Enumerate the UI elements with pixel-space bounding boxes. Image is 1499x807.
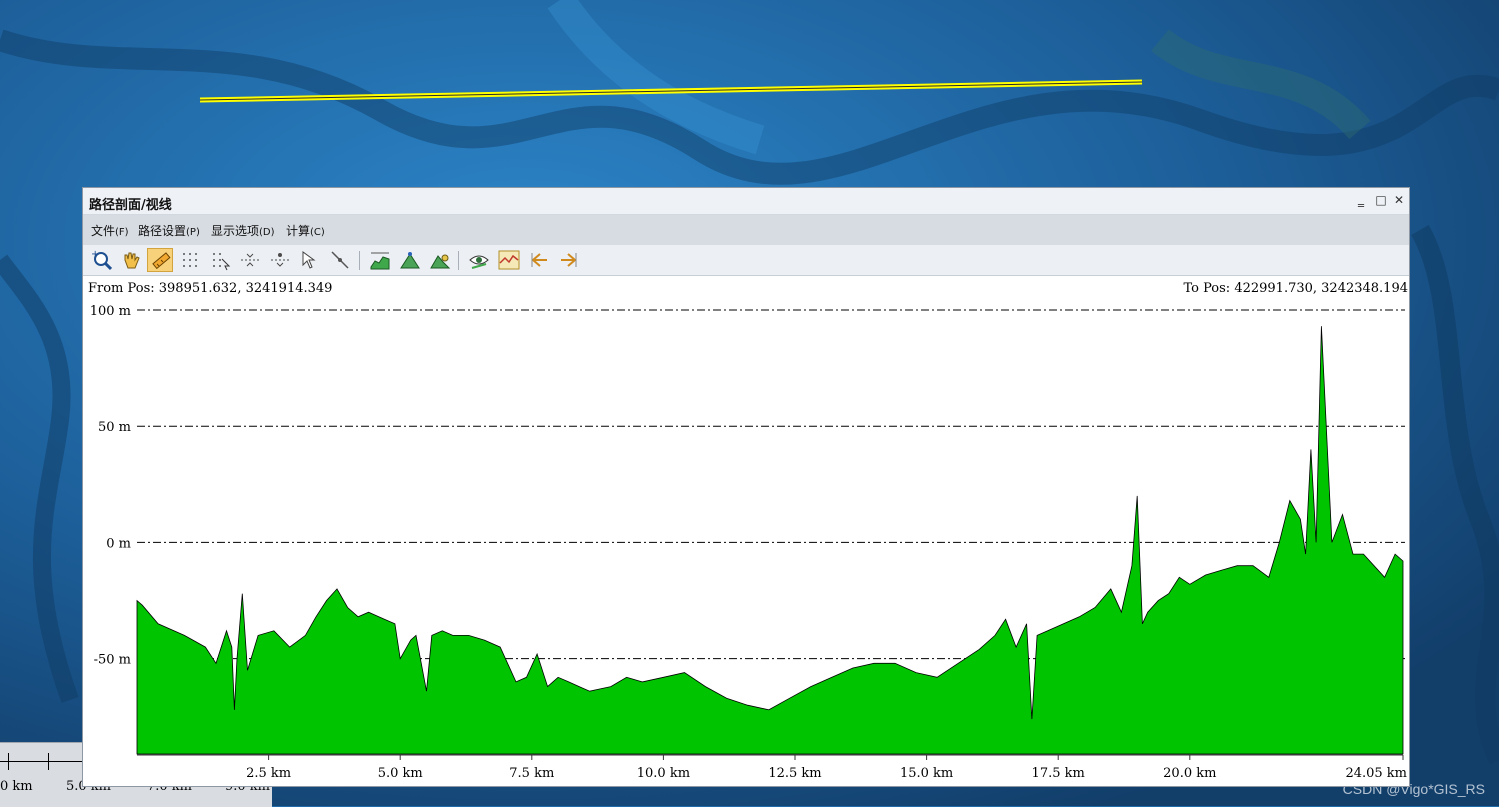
menu-display-options-label: 显示选项 [211,224,260,238]
menu-file-key: (F) [115,227,129,238]
maximize-button[interactable]: □ [1373,192,1389,208]
x-tick-label: 17.5 km [1032,766,1085,781]
menu-display-options-key: (D) [259,227,275,238]
menu-bar: 文件(F) 路径设置(P) 显示选项(D) 计算(C) [83,215,1409,245]
move-right-icon[interactable] [556,248,582,272]
x-tick-label: 2.5 km [246,766,291,781]
path-profile-window[interactable]: 路径剖面/视线 ‗ □ ✕ 文件(F) 路径设置(P) 显示选项(D) 计算(C… [82,187,1410,787]
toolbar: + [83,245,1409,276]
scale-label: 0 km [0,779,33,794]
toolbar-separator [458,251,459,270]
menu-display-options[interactable]: 显示选项(D) [211,222,275,239]
menu-path-settings-label: 路径设置 [138,224,187,238]
y-tick-label: -50 m [94,653,131,668]
minimize-button[interactable]: ‗ [1353,192,1369,208]
dot-grid-select-icon[interactable] [207,248,233,272]
menu-file[interactable]: 文件(F) [91,222,129,239]
select-arrow-icon[interactable] [297,248,323,272]
ruler-icon[interactable] [147,248,173,272]
scale-tick [48,753,49,770]
menu-calculate-key: (C) [310,227,325,238]
scale-tick [8,753,9,770]
x-tick-label: 12.5 km [768,766,821,781]
y-tick-label: 50 m [98,420,131,435]
window-titlebar[interactable]: 路径剖面/视线 ‗ □ ✕ [83,188,1409,215]
pan-hand-icon[interactable] [118,248,144,272]
x-tick-label: 5.0 km [378,766,423,781]
close-button[interactable]: ✕ [1391,192,1407,208]
from-position-label: From Pos: 398951.632, 3241914.349 [88,281,332,296]
zoom-icon[interactable]: + [88,248,114,272]
toolbar-separator [359,251,360,270]
menu-path-settings[interactable]: 路径设置(P) [138,222,200,239]
move-left-icon[interactable] [526,248,552,272]
profile-line-icon[interactable] [496,248,522,272]
x-tick-label: 24.05 km [1345,766,1407,781]
menu-calculate[interactable]: 计算(C) [286,222,325,239]
line-of-sight-eye-icon[interactable] [466,248,492,272]
profile-chart-icon[interactable] [367,248,393,272]
y-tick-label: 100 m [90,304,131,319]
profile-chart[interactable]: From Pos: 398951.632, 3241914.349 To Pos… [83,276,1409,786]
x-tick-label: 15.0 km [900,766,953,781]
x-tick-label: 10.0 km [637,766,690,781]
line-pick-icon[interactable] [327,248,353,272]
to-position-label: To Pos: 422991.730, 3242348.194 [1183,281,1408,296]
terrain-settings-icon[interactable] [427,248,453,272]
dot-grid-icon[interactable] [177,248,203,272]
horizontal-merge-icon[interactable] [267,248,293,272]
svg-text:+: + [91,249,99,260]
y-tick-label: 0 m [106,536,131,551]
x-tick-label: 7.5 km [509,766,554,781]
elevation-profile-area [136,326,1404,755]
menu-file-label: 文件 [91,224,116,238]
menu-path-settings-key: (P) [186,227,200,238]
x-tick-label: 20.0 km [1163,766,1216,781]
terrain-icon[interactable] [397,248,423,272]
window-title: 路径剖面/视线 [89,198,172,213]
menu-calculate-label: 计算 [286,224,311,238]
horizontal-split-icon[interactable] [237,248,263,272]
